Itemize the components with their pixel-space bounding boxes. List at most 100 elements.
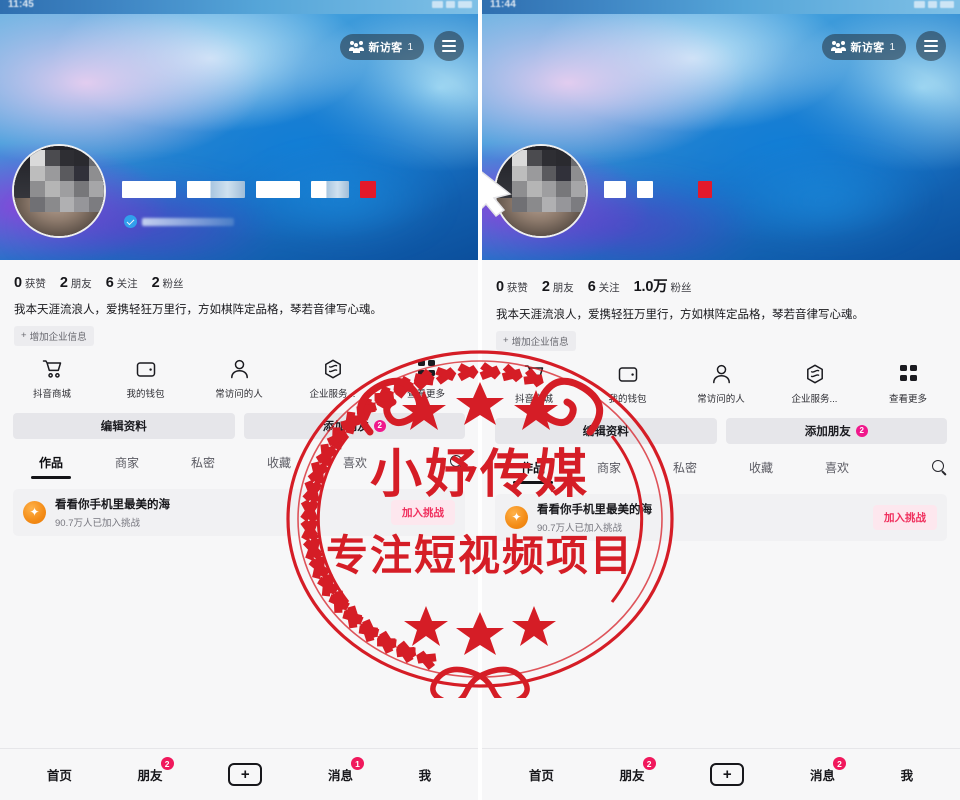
plus-icon: + bbox=[21, 330, 27, 342]
add-friend-badge: 2 bbox=[855, 424, 868, 437]
shortcut-my-wallet[interactable]: 我的钱包 bbox=[112, 358, 180, 400]
name-block-4 bbox=[311, 181, 349, 198]
avatar[interactable] bbox=[12, 144, 106, 238]
nav-messages-badge: 1 bbox=[350, 757, 364, 770]
stat-friends[interactable]: 2 朋友 bbox=[542, 279, 574, 295]
shortcut-douyin-mall-label: 抖音商城 bbox=[32, 388, 71, 400]
nav-me-label: 我 bbox=[900, 769, 914, 783]
hamburger-menu-icon[interactable] bbox=[916, 31, 946, 61]
stat-following-label: 关注 bbox=[116, 278, 138, 290]
name-block-2 bbox=[187, 181, 245, 198]
plus-create-icon[interactable]: + bbox=[710, 763, 745, 786]
tab-private[interactable]: 私密 bbox=[165, 454, 241, 471]
add-friend-button[interactable]: 添加朋友 2 bbox=[725, 417, 947, 444]
edit-profile-button[interactable]: 编辑资料 bbox=[495, 417, 717, 444]
shortcut-douyin-mall[interactable]: 抖音商城 bbox=[18, 358, 86, 400]
tab-merchant-label: 商家 bbox=[596, 460, 621, 475]
shortcut-frequent-visitors[interactable]: 常访问的人 bbox=[205, 358, 273, 400]
name-block-3 bbox=[698, 181, 712, 198]
action-row: 编辑资料 添加朋友 2 bbox=[0, 400, 478, 439]
wallet-icon bbox=[136, 358, 156, 380]
nav-friends[interactable]: 朋友 2 bbox=[138, 757, 174, 784]
nav-home[interactable]: 首页 bbox=[529, 765, 554, 784]
name-block-1 bbox=[122, 181, 176, 198]
status-bar: 11:45 bbox=[0, 0, 478, 14]
nav-me[interactable]: 我 bbox=[901, 765, 914, 784]
plus-create-icon[interactable]: + bbox=[228, 763, 263, 786]
search-icon[interactable] bbox=[932, 459, 947, 475]
challenge-spark-icon: ✦ bbox=[505, 505, 528, 529]
shortcut-view-more-label: 查看更多 bbox=[888, 393, 927, 405]
stat-likes[interactable]: 0 获赞 bbox=[14, 275, 46, 291]
add-friend-button[interactable]: 添加朋友 2 bbox=[243, 412, 465, 439]
profile-panel-left: 11:45 新访客 1 0 获赞 2 朋友 6 关注 2 粉丝 我本天涯流浪人，… bbox=[0, 0, 478, 800]
nav-messages-badge: 2 bbox=[832, 757, 846, 770]
tab-works[interactable]: 作品 bbox=[495, 459, 571, 484]
add-business-info-chip[interactable]: + 增加企业信息 bbox=[496, 330, 576, 351]
shortcut-row: 抖音商城 我的钱包 常访问的人 企业服务... 查看更多 bbox=[0, 346, 478, 400]
nav-friends[interactable]: 朋友 2 bbox=[620, 757, 656, 784]
stat-following[interactable]: 6 关注 bbox=[106, 275, 138, 291]
add-business-info-chip[interactable]: + 增加企业信息 bbox=[14, 325, 94, 346]
bottom-nav-bar: 首页 朋友 2 + 消息 2 我 bbox=[482, 748, 960, 800]
add-business-info-label: 增加企业信息 bbox=[511, 336, 569, 348]
new-visitor-pill[interactable]: 新访客 1 bbox=[821, 34, 906, 60]
profile-banner[interactable]: 新访客 1 bbox=[482, 14, 960, 260]
stat-followers[interactable]: 1.0万 粉丝 bbox=[634, 275, 692, 296]
profile-banner[interactable]: 新访客 1 bbox=[0, 14, 478, 260]
shortcut-my-wallet[interactable]: 我的钱包 bbox=[594, 363, 662, 405]
edit-profile-button[interactable]: 编辑资料 bbox=[13, 412, 235, 439]
name-block-2 bbox=[637, 181, 653, 198]
nav-messages[interactable]: 消息 2 bbox=[810, 757, 846, 784]
tab-merchant[interactable]: 商家 bbox=[89, 454, 165, 471]
tab-works-label: 作品 bbox=[38, 455, 63, 470]
profile-content: 0 获赞 2 朋友 6 关注 1.0万 粉丝 我本天涯流浪人，爱携轻狂万里行，方… bbox=[482, 260, 960, 800]
shortcut-enterprise-service[interactable]: 企业服务... bbox=[299, 358, 367, 400]
tab-likes[interactable]: 喜欢 bbox=[317, 454, 393, 471]
battery-icon bbox=[940, 1, 954, 8]
tab-private[interactable]: 私密 bbox=[647, 459, 723, 476]
tab-favorites[interactable]: 收藏 bbox=[723, 459, 799, 476]
stat-friends-label: 朋友 bbox=[70, 278, 92, 290]
stat-followers[interactable]: 2 粉丝 bbox=[152, 275, 184, 291]
tab-likes[interactable]: 喜欢 bbox=[799, 459, 875, 476]
challenge-text: 看看你手机里最美的海 90.7万人已加入挑战 bbox=[55, 496, 391, 529]
censored-name-blocks bbox=[604, 181, 712, 198]
search-icon[interactable] bbox=[450, 454, 465, 470]
stat-friends[interactable]: 2 朋友 bbox=[60, 275, 92, 291]
verified-row bbox=[124, 215, 234, 228]
join-challenge-button[interactable]: 加入挑战 bbox=[391, 499, 455, 525]
profile-stats: 0 获赞 2 朋友 6 关注 2 粉丝 bbox=[0, 260, 478, 291]
grid-more-icon bbox=[417, 358, 436, 380]
status-time: 11:45 bbox=[8, 0, 35, 10]
stat-following[interactable]: 6 关注 bbox=[588, 279, 620, 295]
add-business-info-label: 增加企业信息 bbox=[29, 331, 87, 343]
tab-works[interactable]: 作品 bbox=[13, 454, 89, 479]
stat-friends-value: 2 bbox=[59, 275, 68, 291]
new-visitor-pill[interactable]: 新访客 1 bbox=[339, 34, 424, 60]
join-challenge-button[interactable]: 加入挑战 bbox=[873, 504, 937, 530]
tab-private-label: 私密 bbox=[190, 455, 215, 470]
challenge-banner[interactable]: ✦ 看看你手机里最美的海 90.7万人已加入挑战 加入挑战 bbox=[13, 488, 465, 536]
stat-likes[interactable]: 0 获赞 bbox=[496, 279, 528, 295]
stat-followers-value: 2 bbox=[151, 275, 160, 291]
hamburger-menu-icon[interactable] bbox=[434, 31, 464, 61]
challenge-banner[interactable]: ✦ 看看你手机里最美的海 90.7万人已加入挑战 加入挑战 bbox=[495, 493, 947, 541]
shortcut-frequent-visitors[interactable]: 常访问的人 bbox=[687, 363, 755, 405]
tab-favorites[interactable]: 收藏 bbox=[241, 454, 317, 471]
tab-merchant[interactable]: 商家 bbox=[571, 459, 647, 476]
shortcut-douyin-mall[interactable]: 抖音商城 bbox=[500, 363, 568, 405]
nav-home[interactable]: 首页 bbox=[47, 765, 72, 784]
shortcut-view-more[interactable]: 查看更多 bbox=[874, 363, 942, 405]
shortcut-view-more-label: 查看更多 bbox=[406, 388, 445, 400]
verified-check-icon bbox=[124, 215, 137, 228]
wifi-icon bbox=[928, 1, 937, 8]
stat-followers-value: 1.0万 bbox=[633, 279, 668, 295]
nav-me[interactable]: 我 bbox=[419, 765, 432, 784]
nav-messages[interactable]: 消息 1 bbox=[328, 757, 364, 784]
new-visitor-count: 1 bbox=[407, 41, 413, 53]
shortcut-view-more[interactable]: 查看更多 bbox=[392, 358, 460, 400]
stat-following-label: 关注 bbox=[598, 282, 620, 294]
shortcut-enterprise-service[interactable]: 企业服务... bbox=[781, 363, 849, 405]
profile-bio: 我本天涯流浪人，爱携轻狂万里行，方如棋阵定品格，琴若音律写心魂。 bbox=[496, 309, 864, 321]
